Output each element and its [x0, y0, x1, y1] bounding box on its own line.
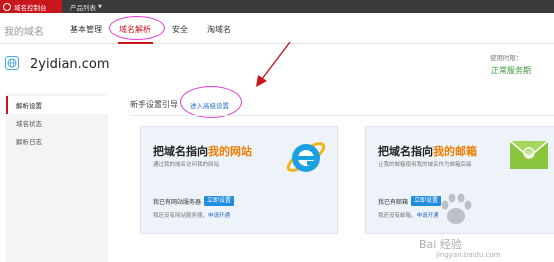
svg-text:@: @	[526, 150, 533, 158]
brand-label: 域名控制台	[14, 3, 47, 12]
products-menu[interactable]: 产品列表 ▼	[70, 0, 102, 13]
have-server-text: 我已有网站服务器	[153, 198, 202, 206]
sidebar-item-resolution-settings[interactable]: 解析设置	[6, 96, 108, 114]
email-card-title: 把域名指向我的邮箱	[378, 145, 477, 158]
have-mailbox-text: 我已有邮箱	[378, 198, 409, 206]
mail-icon: @	[509, 140, 549, 169]
sidebar-item-label: 域名状态	[16, 120, 42, 128]
service-status: 正常服务期	[491, 66, 531, 75]
domain-header: 我的域名 基本管理 域名解析 安全 淘域名	[0, 13, 554, 44]
chevron-down-icon: ▼	[98, 3, 102, 10]
sidebar-item-label: 解析日志	[16, 138, 42, 146]
website-have-row: 我已有网站服务器 立即设置	[153, 196, 235, 206]
globe-icon	[5, 56, 19, 70]
website-no-row: 我还没有网站服务器，申请开通	[153, 213, 231, 219]
internet-explorer-icon	[286, 142, 326, 172]
my-domain-title[interactable]: 我的域名	[4, 23, 44, 38]
console-logo-icon	[3, 2, 11, 11]
sidebar-item-domain-status[interactable]: 域名状态	[6, 114, 108, 132]
website-card: 把域名指向我的网站 通过我的域名访问我的网站 我已有网站服务器 立即设置 我还没…	[140, 126, 338, 234]
sidebar-item-label: 解析设置	[16, 102, 42, 110]
baidu-paw-watermark-icon	[441, 193, 472, 224]
tab-tao-domain[interactable]: 淘域名	[207, 24, 231, 35]
annotation-ellipse-tab	[109, 16, 165, 40]
top-bar: 域名控制台 产品列表 ▼	[0, 0, 554, 13]
products-label: 产品列表	[70, 3, 96, 12]
divider	[130, 115, 554, 116]
tab-basic-management[interactable]: 基本管理	[70, 24, 102, 35]
email-card-subtitle: 让我的邮箱使用我的域名作为邮箱后缀	[378, 162, 472, 168]
watermark-url: jingyan.baidu.com	[436, 251, 501, 259]
tab-security[interactable]: 安全	[172, 24, 188, 35]
annotation-ellipse-advanced	[180, 86, 242, 118]
setup-website-button[interactable]: 立即设置	[204, 196, 235, 206]
watermark-text: Bai 经验	[419, 238, 462, 251]
expiry-label: 使用时限：	[490, 54, 523, 62]
sidebar-item-resolution-log[interactable]: 解析日志	[6, 132, 108, 150]
setup-guide-title: 新手设置引导	[130, 100, 178, 109]
website-card-subtitle: 通过我的域名访问我的网站	[153, 162, 220, 168]
email-no-row: 我还没有邮箱，申请开通	[378, 213, 439, 219]
email-have-row: 我已有邮箱 立即设置	[378, 196, 442, 206]
website-card-title: 把域名指向我的网站	[153, 145, 252, 158]
active-tab-indicator	[118, 42, 153, 44]
sidebar: 解析设置 域名状态 解析日志	[6, 93, 108, 262]
apply-website-link[interactable]: 申请开通	[208, 213, 230, 219]
console-brand[interactable]: 域名控制台	[0, 0, 62, 13]
domain-name: 2yidian.com	[30, 57, 110, 72]
